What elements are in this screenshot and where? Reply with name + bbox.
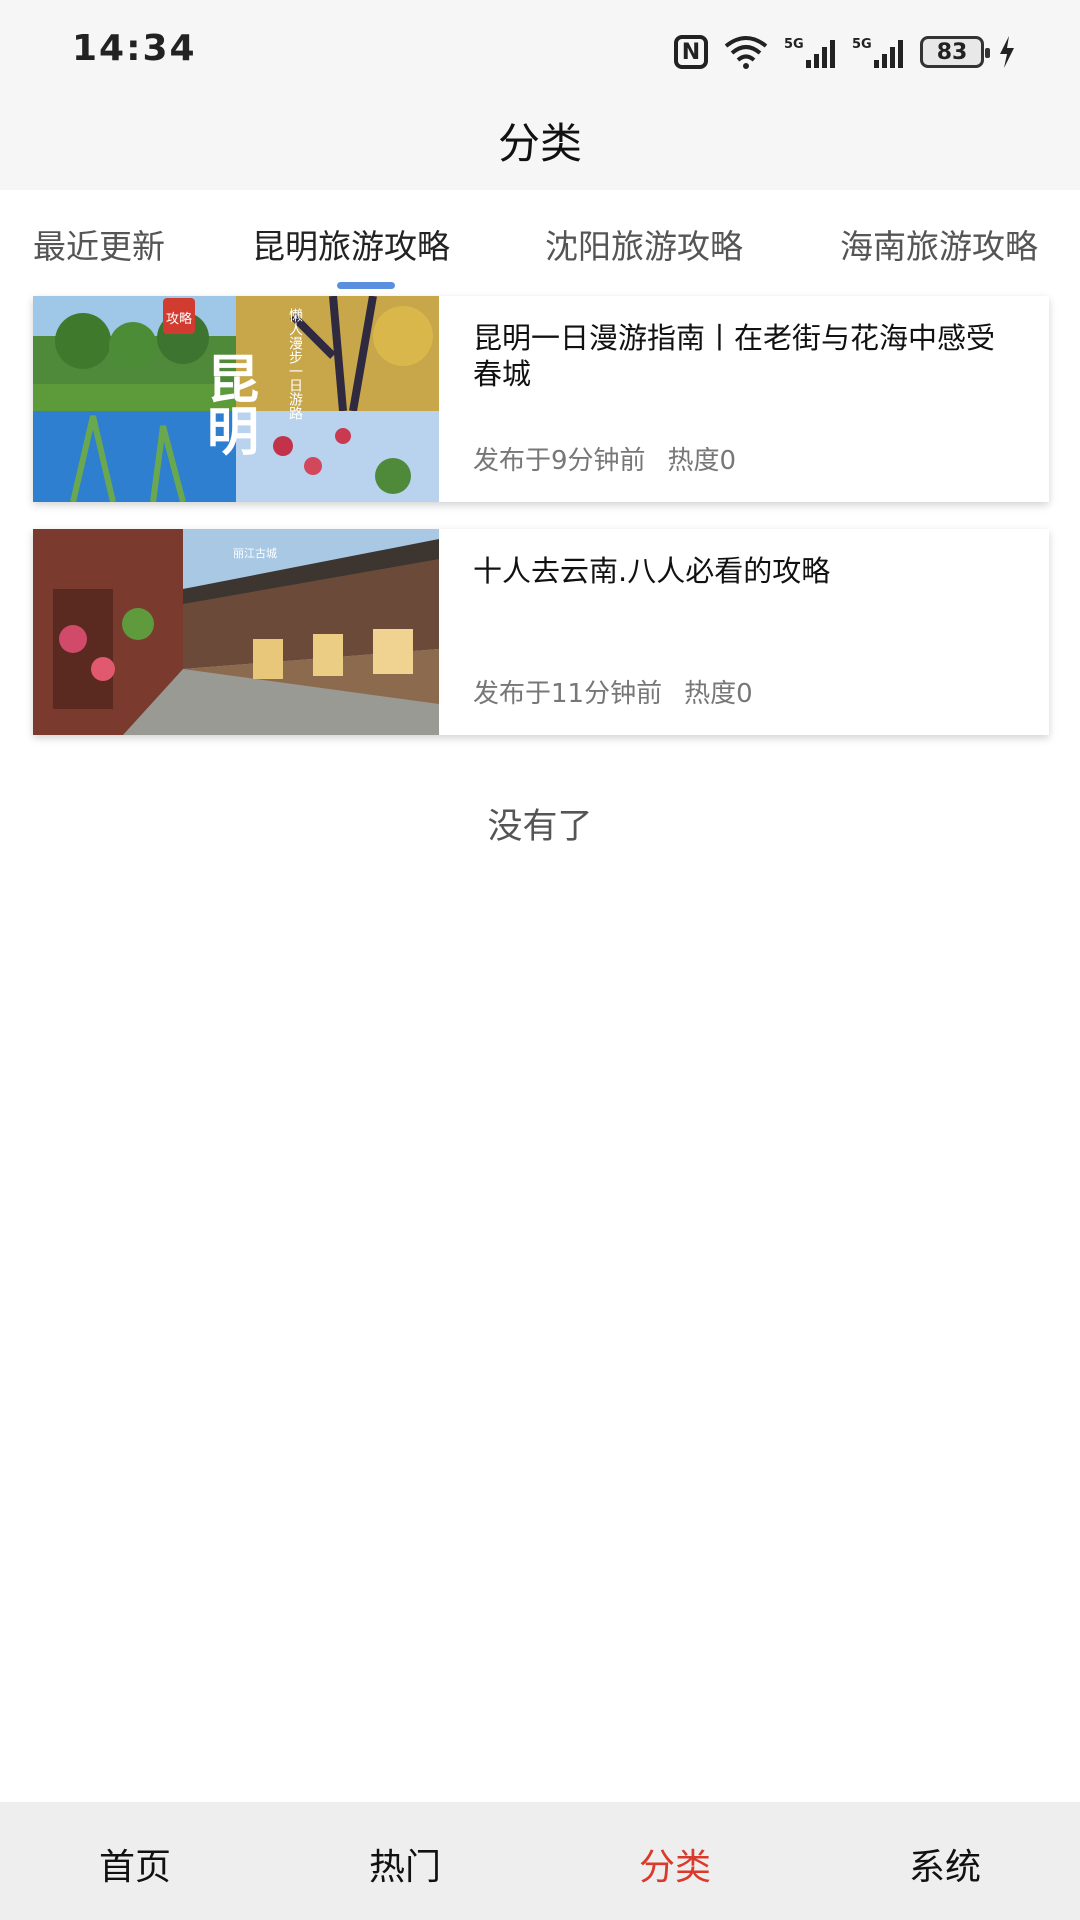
- signal-icon: 5G: [852, 37, 903, 68]
- thumb-sign-text: 丽江古城: [233, 547, 277, 560]
- tab-hainan[interactable]: 海南旅游攻略: [840, 220, 1038, 268]
- old-town-thumbnail-image: 丽江古城: [33, 529, 439, 735]
- article-title: 昆明一日漫游指南丨在老街与花海中感受春城: [473, 321, 996, 391]
- bottom-nav: 首页 热门 分类 系统: [0, 1802, 1080, 1920]
- article-meta: 发布于11分钟前 热度0: [473, 673, 753, 710]
- article-published-time: 发布于9分钟前: [473, 446, 646, 476]
- nav-category[interactable]: 分类: [540, 1802, 810, 1920]
- nav-home[interactable]: 首页: [0, 1802, 270, 1920]
- article-heat: 热度0: [667, 446, 737, 476]
- article-thumbnail: 攻略 昆明 懒人漫步一日游路: [33, 296, 439, 502]
- article-heat: 热度0: [684, 679, 753, 709]
- tab-shenyang[interactable]: 沈阳旅游攻略: [545, 220, 743, 268]
- status-time: 14:34: [72, 28, 197, 69]
- battery-icon: 83: [920, 36, 990, 68]
- page-title: 分类: [497, 119, 582, 168]
- thumb-big-text: 昆明: [198, 352, 259, 456]
- nav-hot[interactable]: 热门: [270, 1802, 540, 1920]
- tab-recent-updates[interactable]: 最近更新: [33, 220, 165, 268]
- thumb-badge-text: 攻略: [166, 311, 192, 327]
- category-tabs: 最近更新 昆明旅游攻略 沈阳旅游攻略 海南旅游攻略: [0, 190, 1080, 290]
- network-type-1: 5G: [784, 37, 804, 52]
- status-icons: N 5G 5G 83: [674, 30, 1016, 74]
- signal-icon: 5G: [784, 37, 835, 68]
- wifi-icon: [724, 36, 768, 69]
- status-bar: 14:34 N 5G 5G 83: [0, 0, 1080, 100]
- kunming-thumbnail-image: 攻略 昆明 懒人漫步一日游路: [33, 296, 439, 502]
- tab-indicator: [337, 282, 395, 289]
- title-bar: 分类: [0, 100, 1080, 190]
- article-title: 十人去云南.八人必看的攻略: [473, 554, 831, 588]
- article-card[interactable]: 攻略 昆明 懒人漫步一日游路 昆明一日漫游指南丨在老街与花海中感受春城 发布于9…: [33, 296, 1049, 502]
- article-thumbnail: 丽江古城: [33, 529, 439, 735]
- nav-system[interactable]: 系统: [810, 1802, 1080, 1920]
- network-type-2: 5G: [852, 37, 872, 52]
- tab-kunming[interactable]: 昆明旅游攻略: [252, 220, 450, 268]
- article-meta: 发布于9分钟前 热度0: [473, 440, 736, 477]
- nfc-icon: N: [674, 35, 708, 69]
- list-end-text: 没有了: [487, 807, 593, 847]
- battery-level: 83: [936, 39, 968, 65]
- thumb-side-text: 懒人漫步一日游路: [287, 308, 303, 420]
- article-card[interactable]: 丽江古城 十人去云南.八人必看的攻略 发布于11分钟前 热度0: [33, 529, 1049, 735]
- charging-icon: [1000, 36, 1014, 68]
- article-published-time: 发布于11分钟前: [473, 679, 663, 709]
